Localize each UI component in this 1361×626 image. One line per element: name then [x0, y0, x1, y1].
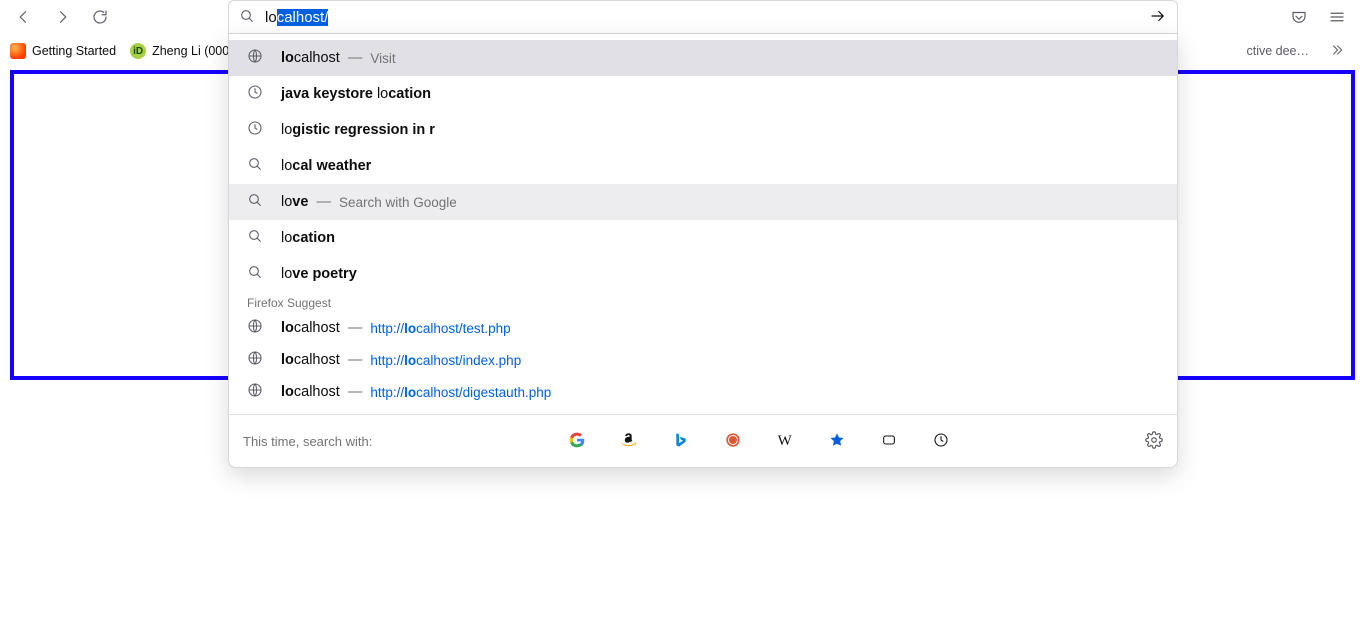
engine-amazon-button[interactable]: [615, 427, 643, 455]
bing-icon: [673, 432, 689, 451]
bookmark-label: ctive dee…: [1246, 44, 1309, 58]
suggestion-search-love[interactable]: love — Search with Google: [229, 184, 1177, 220]
search-settings-button[interactable]: [1145, 431, 1163, 452]
amazon-icon: [621, 432, 637, 451]
pocket-button[interactable]: [1283, 2, 1315, 34]
globe-icon: [247, 382, 263, 402]
suggestion-text: local weather: [281, 158, 371, 174]
bookmark-label: Getting Started: [32, 44, 116, 58]
suggestion-search-local-weather[interactable]: local weather: [229, 148, 1177, 184]
suggestion-history-java-keystore[interactable]: java keystore location: [229, 76, 1177, 112]
suggestion-site-localhost-index[interactable]: localhost — http://localhost/index.php: [229, 344, 1177, 376]
gear-icon: [1145, 437, 1163, 452]
search-icon: [247, 156, 263, 176]
globe-icon: [247, 318, 263, 338]
arrow-right-icon: [1149, 13, 1167, 28]
history-icon: [933, 432, 949, 451]
suggestion-text: love poetry: [281, 266, 357, 282]
history-icon: [247, 84, 263, 104]
search-icon: [247, 264, 263, 284]
suggestion-site-localhost-digestauth[interactable]: localhost — http://localhost/digestauth.…: [229, 376, 1177, 408]
reload-button[interactable]: [84, 2, 116, 34]
forward-icon: [53, 8, 71, 29]
suggestion-site-localhost-test[interactable]: localhost — http://localhost/test.php: [229, 312, 1177, 344]
duckduckgo-icon: [725, 432, 741, 451]
suggestion-text: location: [281, 230, 335, 246]
go-button[interactable]: [1149, 7, 1167, 28]
suggestion-text: localhost — http://localhost/test.php: [281, 320, 511, 336]
suggestion-text: localhost — Visit: [281, 50, 396, 66]
suggestion-text: localhost — http://localhost/index.php: [281, 352, 521, 368]
history-icon: [247, 120, 263, 140]
pocket-icon: [1290, 8, 1308, 29]
search-icon: [247, 228, 263, 248]
url-input[interactable]: localhost/: [228, 0, 1178, 34]
menu-icon: [1328, 8, 1346, 29]
back-button[interactable]: [8, 2, 40, 34]
star-icon: [829, 432, 845, 451]
bookmark-getting-started[interactable]: Getting Started: [10, 43, 116, 59]
engine-history-button[interactable]: [927, 427, 955, 455]
suggestion-history-logistic-regression[interactable]: logistic regression in r: [229, 112, 1177, 148]
engine-google-button[interactable]: [563, 427, 591, 455]
forward-button[interactable]: [46, 2, 78, 34]
urlbar-container: localhost/ localhost — Visit: [228, 0, 1178, 468]
firefox-favicon-icon: [10, 43, 26, 59]
globe-icon: [247, 48, 263, 68]
search-icon: [247, 192, 263, 212]
engine-duckduckgo-button[interactable]: [719, 427, 747, 455]
search-engine-label: This time, search with:: [243, 434, 372, 449]
suggestion-text: localhost — http://localhost/digestauth.…: [281, 384, 551, 400]
divider: [229, 414, 1177, 415]
wikipedia-icon: W: [778, 433, 792, 450]
suggestion-text: logistic regression in r: [281, 122, 435, 138]
engine-tabs-button[interactable]: [875, 427, 903, 455]
app-menu-button[interactable]: [1321, 2, 1353, 34]
engine-bing-button[interactable]: [667, 427, 695, 455]
globe-icon: [247, 350, 263, 370]
suggestion-search-location[interactable]: location: [229, 220, 1177, 256]
chevrons-right-icon: [1329, 42, 1345, 61]
google-icon: [569, 432, 585, 451]
search-engine-row: This time, search with:: [229, 421, 1177, 461]
engine-bookmarks-button[interactable]: [823, 427, 851, 455]
suggestion-visit-localhost[interactable]: localhost — Visit: [229, 40, 1177, 76]
firefox-suggest-heading: Firefox Suggest: [229, 292, 1177, 312]
search-icon: [239, 8, 255, 27]
bookmarks-overflow-button[interactable]: [1323, 37, 1351, 65]
tabs-icon: [881, 432, 897, 451]
suggestion-search-love-poetry[interactable]: love poetry: [229, 256, 1177, 292]
bookmark-truncated[interactable]: ctive dee…: [1246, 44, 1309, 58]
suggestion-text: java keystore location: [281, 86, 431, 102]
bookmark-zheng-li[interactable]: iD Zheng Li (0000-: [130, 43, 240, 59]
engine-wikipedia-button[interactable]: W: [771, 427, 799, 455]
suggestion-text: love — Search with Google: [281, 194, 457, 210]
url-typed-text: localhost/: [265, 9, 328, 26]
orcid-favicon-icon: iD: [130, 43, 146, 59]
reload-icon: [91, 8, 109, 29]
back-icon: [15, 8, 33, 29]
urlbar-dropdown: localhost — Visit java keystore location…: [228, 34, 1178, 468]
